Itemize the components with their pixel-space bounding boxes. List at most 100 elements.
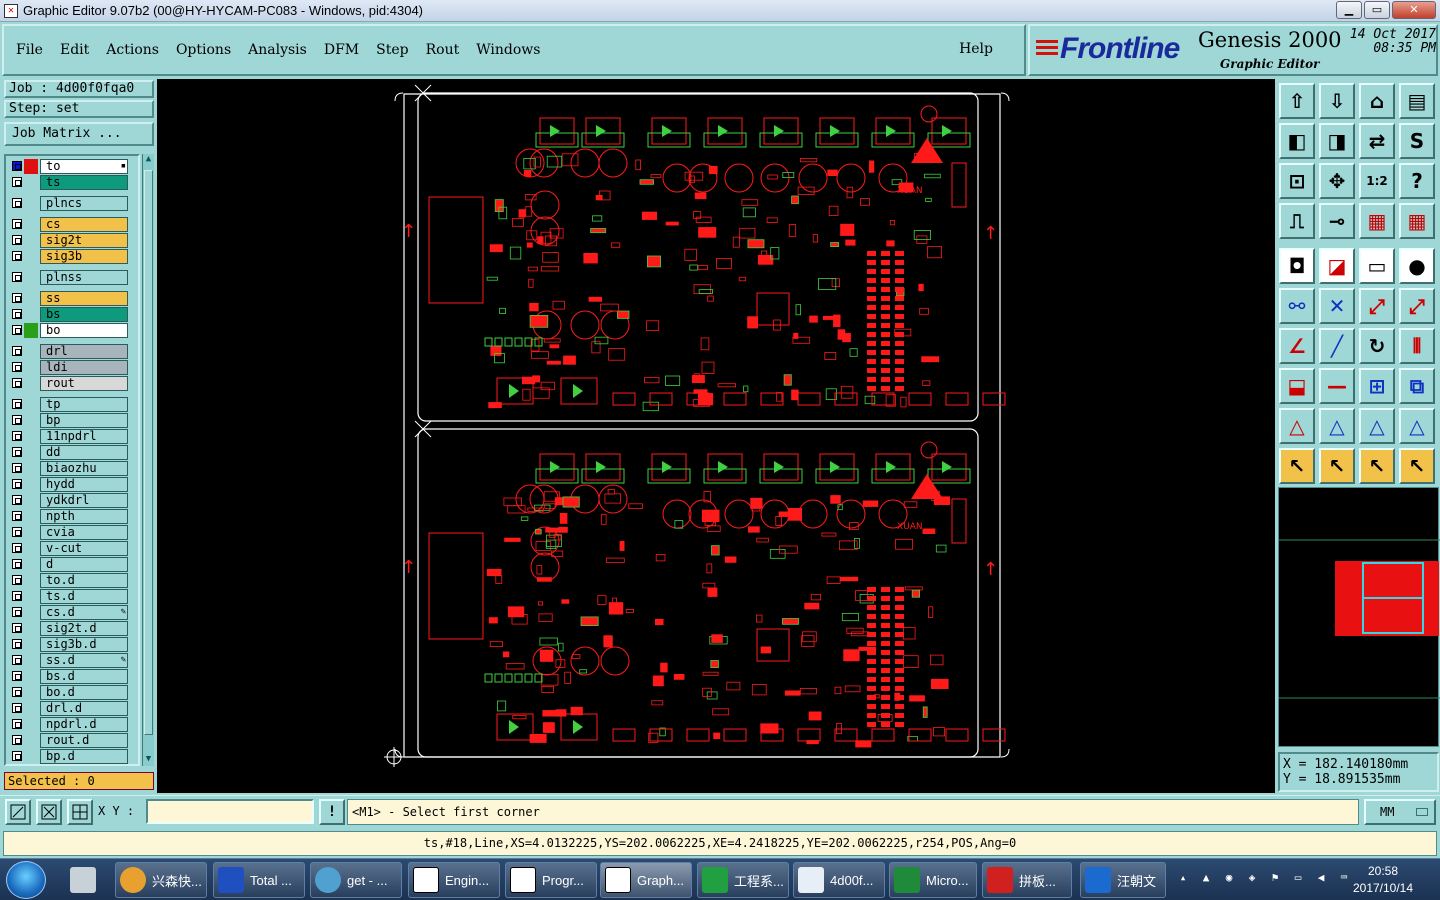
tray-input-icon[interactable]: ⌨ (1337, 871, 1351, 885)
layer-checkbox[interactable] (12, 309, 22, 319)
layer-checkbox[interactable] (12, 177, 22, 187)
layer-row-ss[interactable]: ss (8, 291, 130, 306)
layer-row-v-cut[interactable]: v-cut (8, 541, 130, 556)
layer-checkbox[interactable] (12, 325, 22, 335)
home-up-icon[interactable]: ⇧ (1279, 83, 1315, 119)
scroll-thumb[interactable] (144, 170, 153, 735)
layer-row-ydkdrl[interactable]: ydkdrl (8, 493, 130, 508)
zoom-box-icon[interactable] (5, 799, 31, 825)
layer-row-ts[interactable]: ts (8, 175, 130, 190)
minus-icon[interactable]: — (1319, 368, 1355, 404)
pcb-view[interactable]: ↑ ↑ XUAN ↑ ↑ XUAN (157, 79, 1275, 793)
layer-name[interactable]: v-cut (40, 541, 128, 556)
units-select[interactable]: MM (1364, 799, 1436, 825)
zoom-out-box-icon[interactable] (36, 799, 62, 825)
layer-row-npth[interactable]: npth (8, 509, 130, 524)
layer-name[interactable]: ts.d (40, 589, 128, 604)
layer-row-cs.d[interactable]: cs.d ✎ (8, 605, 130, 620)
slope-icon[interactable]: ╱ (1319, 328, 1355, 364)
layer-name[interactable]: npdrl.d (40, 717, 128, 732)
taskbar-item-9[interactable]: 拼板... (982, 862, 1072, 898)
line-edit-icon[interactable]: ◪ (1319, 248, 1355, 284)
layer-row-to.d[interactable]: to.d (8, 573, 130, 588)
layer-checkbox[interactable] (12, 735, 22, 745)
layer-name[interactable]: bo.d (40, 685, 128, 700)
layer-checkbox[interactable] (12, 623, 22, 633)
layer-name[interactable]: npth (40, 509, 128, 524)
pointer-poly-icon[interactable]: ↖ (1399, 448, 1435, 484)
layer-name[interactable]: tp (40, 397, 128, 412)
layer-row-plncs[interactable]: plncs (8, 196, 130, 211)
pointer-icon[interactable]: ↖ (1279, 448, 1315, 484)
layer-row-biaozhu[interactable]: biaozhu (8, 461, 130, 476)
layer-checkbox[interactable] (12, 431, 22, 441)
menu-edit[interactable]: Edit (60, 42, 89, 58)
layer-checkbox[interactable] (12, 591, 22, 601)
layer-row-bp.d[interactable]: bp.d (8, 749, 130, 764)
move-point-alt-icon[interactable]: ⤢ (1399, 288, 1435, 324)
layer-checkbox[interactable] (12, 362, 22, 372)
layer-checkbox[interactable] (12, 495, 22, 505)
tray-app-icon[interactable]: ▲ (1199, 871, 1213, 885)
layer-name[interactable]: cvia (40, 525, 128, 540)
layer-row-npdrl.d[interactable]: npdrl.d (8, 717, 130, 732)
triangle-up-icon[interactable]: △ (1279, 408, 1315, 444)
grid-icon[interactable] (67, 799, 93, 825)
copy-blue-icon[interactable]: ⧉ (1399, 368, 1435, 404)
layer-row-11npdrl[interactable]: 11npdrl (8, 429, 130, 444)
layer-checkbox[interactable] (12, 511, 22, 521)
layer-row-sig3b[interactable]: sig3b (8, 249, 130, 264)
layer-checkbox[interactable] (12, 479, 22, 489)
menu-step[interactable]: Step (376, 42, 408, 58)
taskbar-item-7[interactable]: 4d00f... (793, 862, 885, 898)
layer-row-d[interactable]: d (8, 557, 130, 572)
taskbar-item-2[interactable]: get - ... (310, 862, 402, 898)
layer-row-bo[interactable]: bo (8, 323, 130, 338)
snap-icon[interactable]: ⊸ (1319, 203, 1355, 239)
layer-row-rout.d[interactable]: rout.d (8, 733, 130, 748)
taskbar-item-10[interactable]: 汪朝文 (1080, 862, 1166, 898)
layer-name[interactable]: bp.d (40, 749, 128, 764)
layer-row-drl[interactable]: drl (8, 344, 130, 359)
triangle-arc-icon[interactable]: △ (1359, 408, 1395, 444)
tray-shield-icon[interactable]: ◈ (1245, 871, 1259, 885)
layer-name[interactable]: sig2t (40, 233, 128, 248)
layer-row-bs[interactable]: bs (8, 307, 130, 322)
mirror-icon[interactable]: ⫴ (1399, 328, 1435, 364)
layer-name[interactable]: 11npdrl (40, 429, 128, 444)
layer-row-sig2t.d[interactable]: sig2t.d (8, 621, 130, 636)
layer-row-bp[interactable]: bp (8, 413, 130, 428)
layer-checkbox[interactable] (12, 378, 22, 388)
layer-name[interactable]: biaozhu (40, 461, 128, 476)
layer-row-bs.d[interactable]: bs.d (8, 669, 130, 684)
layer-row-bo.d[interactable]: bo.d (8, 685, 130, 700)
zoom-center-icon[interactable]: ✥ (1319, 163, 1355, 199)
layer-scrollbar[interactable]: ▲ ▼ (142, 154, 154, 766)
connect-icon[interactable]: ⚯ (1279, 288, 1315, 324)
layer-name[interactable]: rout.d (40, 733, 128, 748)
layer-name[interactable]: to.d (40, 573, 128, 588)
layer-name[interactable]: sig3b (40, 249, 128, 264)
layer-checkbox[interactable] (12, 272, 22, 282)
graphic-canvas[interactable]: ↑ ↑ XUAN ↑ ↑ XUAN (157, 79, 1275, 793)
layers-red-alt-icon[interactable]: ▦ (1399, 203, 1435, 239)
layer-checkbox[interactable] (12, 719, 22, 729)
start-button[interactable] (6, 861, 46, 899)
layer-checkbox[interactable] (12, 198, 22, 208)
layer-checkbox[interactable] (12, 751, 22, 761)
zoom-left-icon[interactable]: ◧ (1279, 123, 1315, 159)
scroll-up-icon[interactable]: ▲ (143, 154, 154, 166)
menu-file[interactable]: File (16, 42, 43, 58)
maximize-button[interactable]: ▭ (1364, 1, 1390, 19)
scroll-down-icon[interactable]: ▼ (143, 754, 154, 766)
measure-icon[interactable]: ⎍ (1279, 203, 1315, 239)
layer-row-dd[interactable]: dd (8, 445, 130, 460)
layer-row-to[interactable]: to ▪ (8, 159, 130, 174)
layer-row-sig3b.d[interactable]: sig3b.d (8, 637, 130, 652)
transform-icon[interactable]: ⬓ (1279, 368, 1315, 404)
menu-actions[interactable]: Actions (106, 42, 159, 58)
house-icon[interactable]: ⌂ (1359, 83, 1395, 119)
layer-name[interactable]: cs (40, 217, 128, 232)
swap-icon[interactable]: ⇄ (1359, 123, 1395, 159)
layer-name[interactable]: ydkdrl (40, 493, 128, 508)
